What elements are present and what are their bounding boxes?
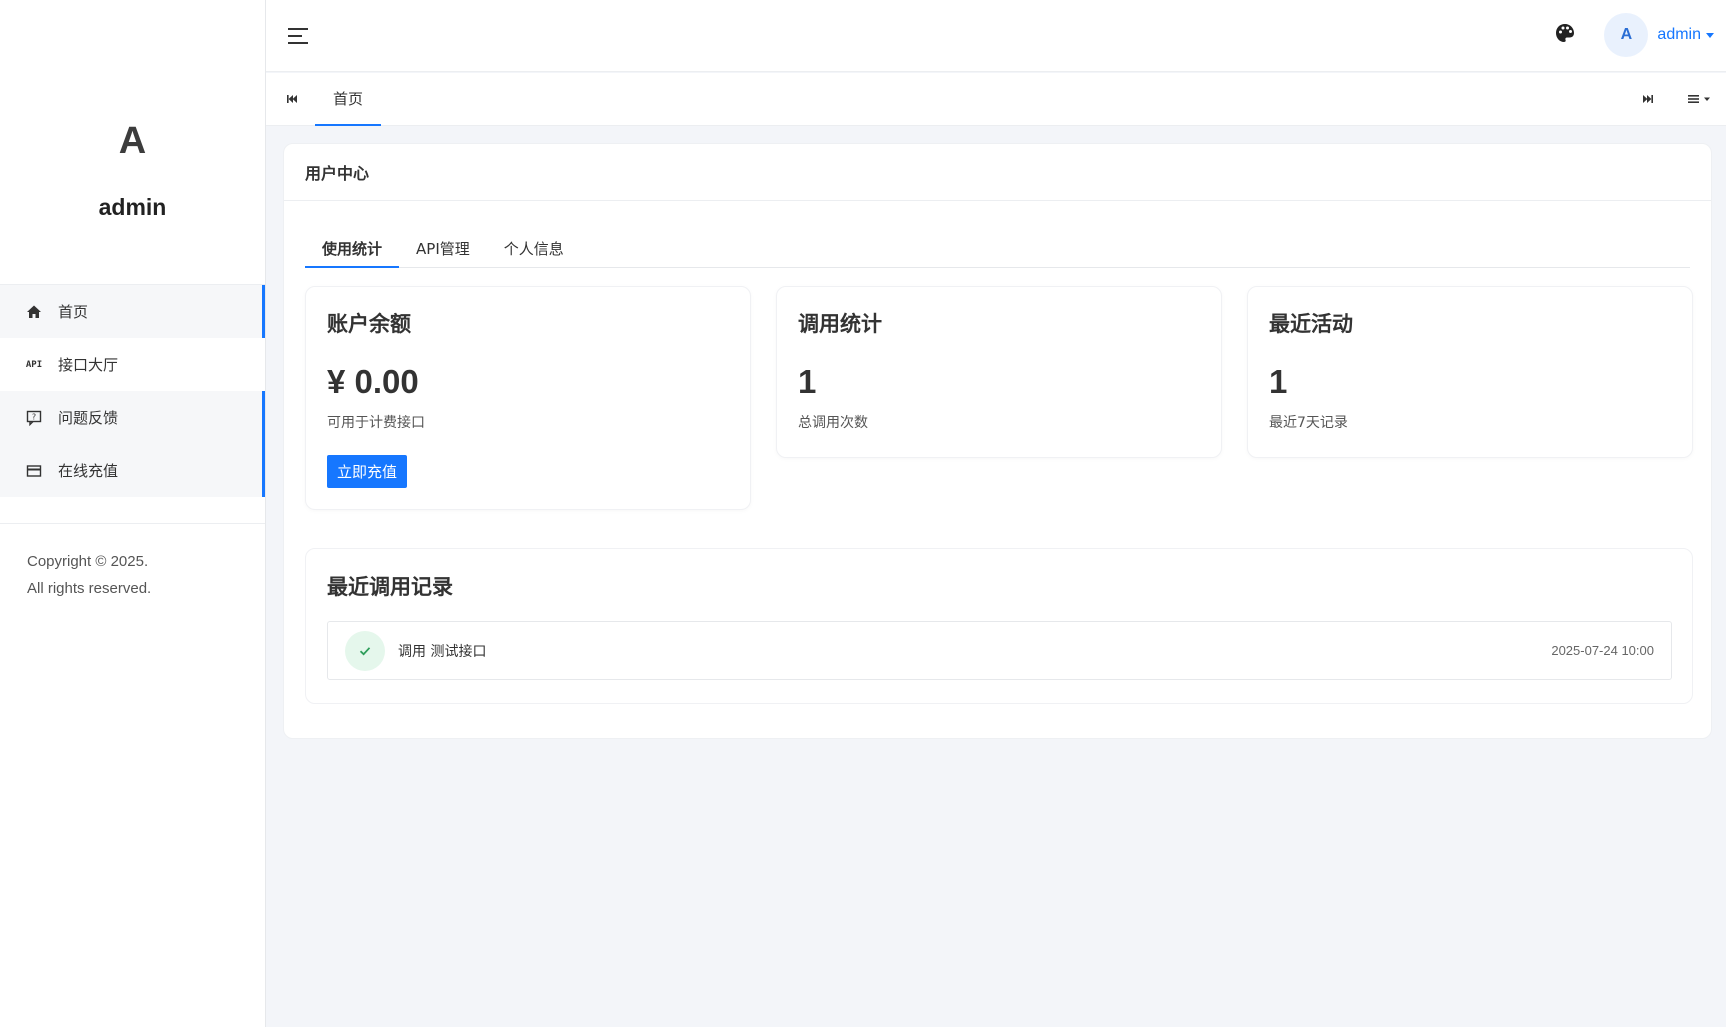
tab-label: 使用统计 [322, 240, 383, 258]
copyright-line: Copyright © 2025. [27, 553, 149, 570]
recent-calls-panel: 最近调用记录 调用 测试接口 2025-07-24 10:00 [305, 548, 1693, 704]
stat-value: 1 [798, 363, 817, 400]
record-text: 调用 测试接口 [398, 643, 487, 660]
sidebar-item-recharge[interactable]: 在线充值 [0, 444, 265, 497]
stat-value: 1 [1269, 363, 1288, 400]
header-username: admin [1657, 26, 1701, 43]
sidebar: A admin 首页 API 接口大厅 ? 问题反馈 在线充值 Copyrigh… [0, 0, 266, 1027]
sidebar-profile: A admin [0, 0, 265, 285]
call-stats-card: 调用统计 1 总调用次数 [776, 286, 1222, 458]
app: A admin 首页 API 接口大厅 ? 问题反馈 在线充值 Copyrigh… [0, 0, 1726, 1027]
recharge-button[interactable]: 立即充值 [327, 455, 408, 488]
sidebar-item-feedback[interactable]: ? 问题反馈 [0, 391, 265, 444]
home-icon [24, 302, 44, 322]
menu-divider [0, 497, 265, 524]
tab-label: 首页 [332, 90, 363, 108]
stat-value: ¥ 0.00 [327, 363, 419, 400]
feedback-icon: ? [24, 408, 44, 428]
records-title: 最近调用记录 [327, 575, 453, 599]
page-title: 用户中心 [284, 144, 1711, 201]
stat-subtitle: 可用于计费接口 [327, 415, 425, 431]
sidebar-item-home[interactable]: 首页 [0, 285, 265, 338]
tab-home[interactable]: 首页 [315, 73, 381, 126]
tab-label: 个人信息 [503, 240, 564, 258]
stat-subtitle: 最近7天记录 [1269, 415, 1348, 431]
sidebar-item-label: 接口大厅 [58, 356, 119, 374]
record-time: 2025-07-24 10:00 [1551, 643, 1654, 658]
sidebar-menu: 首页 API 接口大厅 ? 问题反馈 在线充值 [0, 285, 265, 524]
active-indicator [262, 391, 265, 444]
palette-icon[interactable] [1554, 22, 1576, 44]
avatar: A [1604, 13, 1649, 57]
recent-activity-card: 最近活动 1 最近7天记录 [1247, 286, 1693, 458]
credit-card-icon [24, 461, 44, 481]
chevron-down-icon [1706, 32, 1714, 38]
user-menu[interactable]: A admin [1604, 13, 1714, 57]
stat-subtitle: 总调用次数 [798, 415, 868, 431]
copyright-line: All rights reserved. [27, 580, 152, 597]
active-indicator [262, 444, 265, 497]
scroll-left-icon[interactable] [284, 91, 300, 107]
sidebar-username: admin [98, 194, 167, 220]
active-indicator [262, 285, 265, 338]
svg-text:?: ? [32, 412, 36, 421]
stat-title: 账户余额 [327, 312, 411, 336]
scroll-right-icon[interactable] [1640, 91, 1656, 107]
page-tabs-bar: 首页 [266, 73, 1726, 126]
sidebar-avatar: A [118, 120, 147, 162]
api-icon-text: API [25, 359, 43, 370]
tab-usage-stats[interactable]: 使用统计 [305, 228, 400, 268]
tab-api-management[interactable]: API管理 [399, 228, 487, 268]
hamburger-menu-icon[interactable] [286, 24, 310, 48]
check-icon [359, 646, 371, 655]
list-item: 调用 测试接口 2025-07-24 10:00 [327, 621, 1672, 680]
stat-title: 最近活动 [1269, 312, 1353, 336]
balance-card: 账户余额 ¥ 0.00 可用于计费接口 立即充值 [305, 286, 751, 510]
sidebar-item-api-hall[interactable]: API 接口大厅 [0, 338, 265, 391]
top-header: A admin [266, 0, 1726, 72]
tab-options-icon[interactable] [1686, 91, 1714, 107]
sidebar-item-label: 问题反馈 [58, 409, 119, 427]
stat-title: 调用统计 [798, 312, 882, 336]
api-icon: API [24, 355, 44, 375]
sidebar-item-label: 首页 [58, 303, 89, 321]
copyright: Copyright © 2025. All rights reserved. [0, 524, 265, 602]
tab-profile[interactable]: 个人信息 [487, 228, 581, 268]
user-center-card: 用户中心 使用统计 API管理 个人信息 账户余额 ¥ 0.00 可用于计费接口… [283, 143, 1712, 739]
tab-label: API管理 [416, 240, 470, 258]
sidebar-item-label: 在线充值 [58, 462, 119, 480]
sub-tabs: 使用统计 API管理 个人信息 [305, 228, 1690, 268]
success-badge [345, 630, 385, 671]
